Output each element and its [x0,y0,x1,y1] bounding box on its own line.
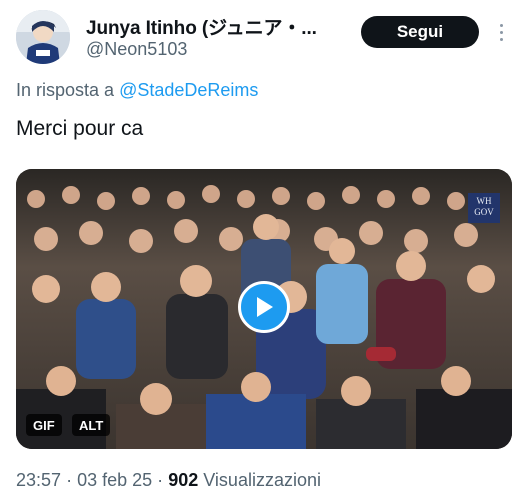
play-button[interactable] [238,281,290,333]
meta-separator: · [66,470,73,490]
avatar-image [16,10,70,64]
meta-separator: · [157,470,164,490]
post-time[interactable]: 23:57 [16,470,61,490]
reply-mention-link[interactable]: @StadeDeReims [119,80,258,100]
author-display-name[interactable]: Junya Itinho (ジュニア・... [86,13,336,40]
tweet-metadata: 23:57 · 03 feb 25 · 902 Visualizzazioni [16,470,321,491]
follow-button[interactable]: Segui [361,16,479,48]
gif-badge: GIF [26,414,62,436]
views-label: Visualizzazioni [203,470,321,490]
play-icon [257,297,273,317]
watermark-line-2: GOV [474,207,494,217]
avatar[interactable] [16,10,70,64]
more-options-icon[interactable] [492,20,510,44]
watermark-line-1: WH [476,196,492,206]
reply-prefix: In risposta a [16,80,115,100]
alt-text-badge[interactable]: ALT [72,414,111,436]
post-date[interactable]: 03 feb 25 [77,470,152,490]
reply-context: In risposta a @StadeDeReims [16,80,258,101]
media-video[interactable]: WH GOV GIF ALT [16,169,512,449]
tweet-text: Merci pour ca [16,117,144,140]
views-count: 902 [168,470,199,490]
wh-gov-watermark: WH GOV [468,193,500,223]
author-handle[interactable]: @Neon5103 [86,39,187,60]
